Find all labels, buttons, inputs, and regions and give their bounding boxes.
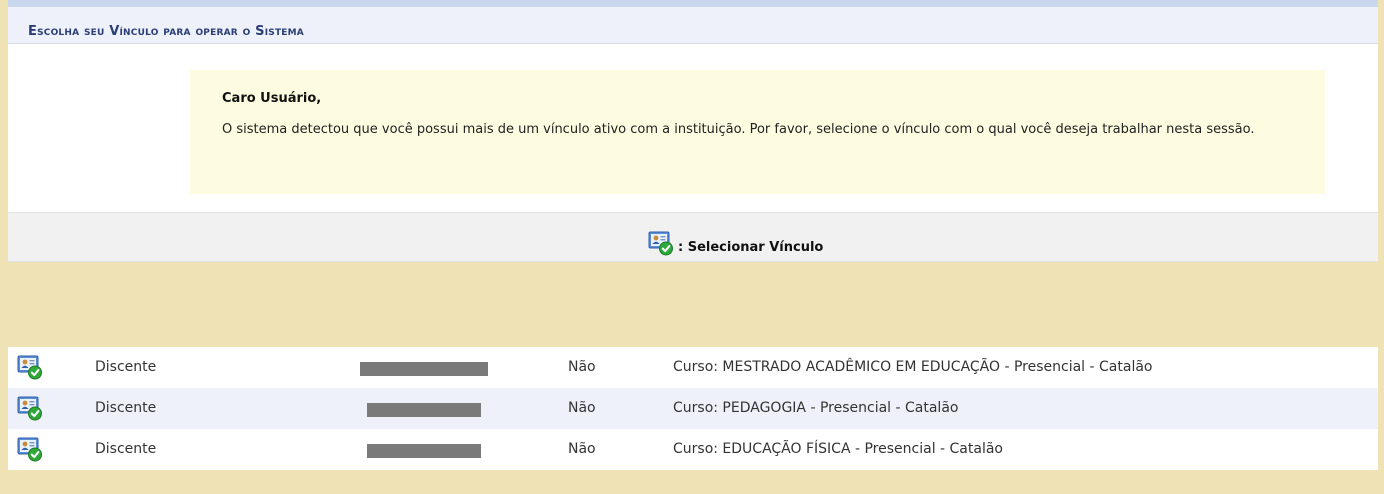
vinculo-list: Discente Não Curso: MESTRADO ACADÊMICO E… [8, 347, 1378, 470]
vinculo-description: Curso: EDUCAÇÃO FÍSICA - Presencial - Ca… [673, 441, 1003, 457]
notice-title: Caro Usuário, [222, 91, 322, 106]
notice-message: O sistema detectou que você possui mais … [222, 122, 1255, 137]
vinculo-flag: Não [568, 400, 596, 416]
user-card-check-icon[interactable] [17, 436, 43, 462]
notice-box: Caro Usuário, O sistema detectou que voc… [190, 70, 1325, 194]
user-card-check-icon[interactable] [17, 395, 43, 421]
redacted-identifier [360, 362, 488, 376]
panel-header: Escolha seu Vínculo para operar o Sistem… [8, 7, 1378, 44]
legend-bar: : Selecionar Vínculo [8, 212, 1378, 262]
user-card-check-icon [648, 230, 674, 256]
page-title: Escolha seu Vínculo para operar o Sistem… [28, 24, 304, 39]
vinculo-type: Discente [95, 400, 157, 416]
vinculo-row[interactable]: Discente Não Curso: PEDAGOGIA - Presenci… [8, 388, 1378, 429]
vinculo-description: Curso: PEDAGOGIA - Presencial - Catalão [673, 400, 959, 416]
vinculo-flag: Não [568, 441, 596, 457]
vinculo-row[interactable]: Discente Não Curso: MESTRADO ACADÊMICO E… [8, 347, 1378, 388]
vinculo-row[interactable]: Discente Não Curso: EDUCAÇÃO FÍSICA - Pr… [8, 429, 1378, 470]
user-card-check-icon[interactable] [17, 354, 43, 380]
redacted-identifier [367, 444, 481, 458]
vinculo-description: Curso: MESTRADO ACADÊMICO EM EDUCAÇÃO - … [673, 359, 1153, 375]
selection-panel: Escolha seu Vínculo para operar o Sistem… [8, 0, 1378, 262]
vinculo-flag: Não [568, 359, 596, 375]
legend-label: : Selecionar Vínculo [678, 240, 824, 255]
top-accent-bar [8, 0, 1378, 7]
vinculo-type: Discente [95, 441, 157, 457]
vinculo-type: Discente [95, 359, 157, 375]
redacted-identifier [367, 403, 481, 417]
